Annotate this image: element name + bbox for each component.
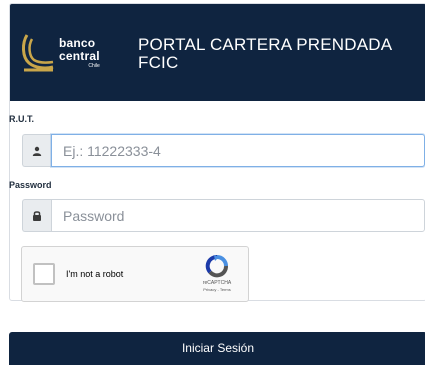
recaptcha-icon (205, 255, 228, 278)
lock-icon (22, 199, 51, 232)
recaptcha-terms-link[interactable]: Privacy - Terms (203, 287, 230, 292)
user-icon (22, 134, 51, 167)
login-button[interactable]: Iniciar Sesión (9, 332, 425, 365)
recaptcha-logo: reCAPTCHA Privacy - Terms (196, 254, 238, 292)
recaptcha-checkbox[interactable] (33, 263, 55, 285)
password-input[interactable] (51, 199, 425, 232)
rut-input-group (22, 134, 425, 167)
recaptcha-label: I'm not a robot (66, 269, 124, 279)
recaptcha-widget: I'm not a robot reCAPTCHA Privacy - Term… (21, 246, 249, 302)
page-title: PORTAL CARTERA PRENDADA FCIC (138, 34, 392, 72)
rut-label: R.U.T. (9, 114, 35, 124)
portal-header: banco central Chile PORTAL CARTERA PREND… (10, 4, 425, 101)
logo-line-banco: banco (59, 35, 96, 50)
banco-central-logo: banco central Chile (21, 25, 115, 81)
logo-line-central: central (59, 48, 100, 63)
logo-wordmark: banco central Chile (59, 37, 100, 69)
logo-mark-icon (22, 33, 54, 71)
logo-line-chile: Chile (88, 62, 100, 69)
rut-input[interactable] (51, 134, 425, 167)
password-label: Password (9, 180, 52, 190)
recaptcha-brand: reCAPTCHA (202, 280, 232, 286)
password-input-group (22, 199, 425, 232)
